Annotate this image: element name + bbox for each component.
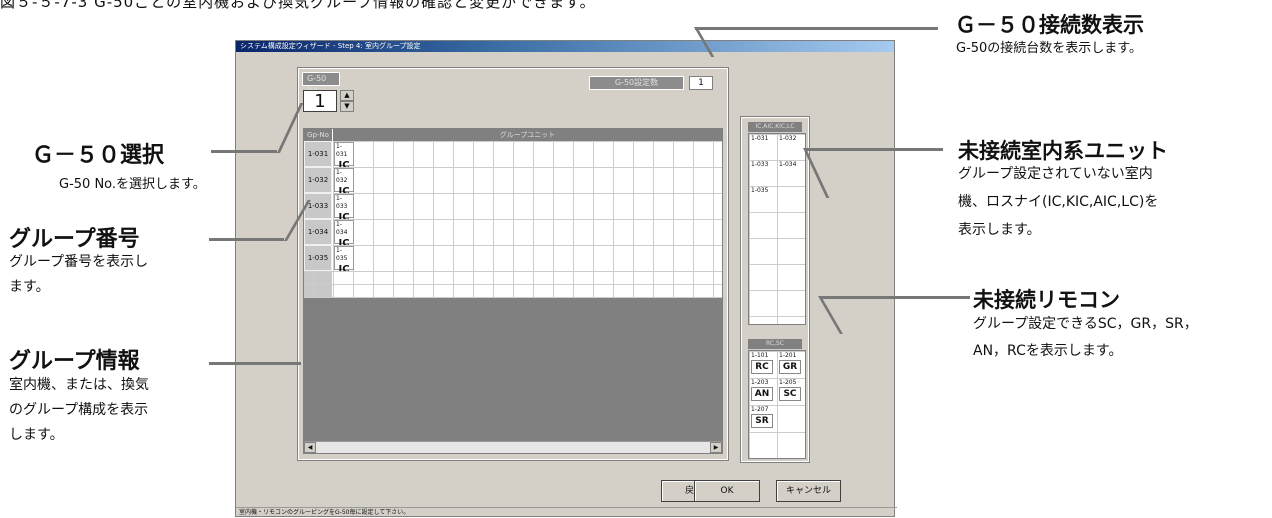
group-panel: G-50 No. G-50設定数 1 1 ▲ ▼ Gp-No グループユニット … [297,67,729,461]
rc-list-label: RC,SC [748,339,802,349]
spin-down-icon[interactable]: ▼ [340,101,354,112]
scroll-left-icon[interactable]: ◀ [304,442,316,453]
unconnected-rc-list[interactable]: 1-101 RC 1-201 GR 1-203 AN 1-205 SC 1-207 SR [748,350,806,459]
ic-item[interactable]: 1-033 [751,161,768,168]
leader-line [209,238,284,241]
group-info-title: グループ情報 [9,349,140,374]
group-no-desc-1: グループ番号を表示し [9,254,149,270]
g50-select-desc: G-50 No.を選択します。 [59,177,206,192]
rc-unit[interactable]: 1-207 SR [750,406,774,431]
wizard-window: システム構成設定ウィザード - Step 4: 室内グループ設定 G-50 No… [235,40,897,518]
group-no-desc-2: ます。 [9,279,50,295]
group-info-desc-2: のグループ構成を表示 [9,402,149,418]
group-no: 1-031 [304,141,332,167]
ic-item[interactable]: 1-034 [779,161,796,168]
leader-line [695,27,938,30]
g50-count-title: Ｇ－５０接続数表示 [955,13,1144,37]
ic-item[interactable]: 1-031 [751,135,768,142]
rc-address: 1-203 [751,379,769,386]
unconnected-ic-desc-1: グループ設定されていない室内 [958,166,1153,182]
unit-address: 1-032 [336,169,348,184]
window-title: システム構成設定ウィザード - Step 4: 室内グループ設定 [236,41,894,52]
ic-list-label: IC,AIC,KIC,LC [748,122,802,132]
rc-address: 1-101 [751,352,769,359]
rc-unit[interactable]: 1-101 RC [750,352,774,377]
rc-type: GR [779,360,801,374]
unit-address: 1-034 [336,221,348,236]
group-no: 1-035 [304,245,332,271]
status-bar: 室内機・リモコンのグルーピングをG-50毎に設定して下さい。 [236,507,897,518]
unconnected-ic-title: 未接続室内系ユニット [958,139,1168,163]
rc-type: AN [751,387,773,401]
g50-count-label: G-50設定数 [589,76,684,90]
group-unit[interactable]: 1-035 IC [334,246,354,275]
group-no: 1-034 [304,219,332,245]
unconnected-ic-desc-2: 機、ロスナイ(IC,KIC,AIC,LC)を [958,194,1159,210]
group-unit[interactable]: 1-034 IC [334,220,354,249]
spin-up-icon[interactable]: ▲ [340,90,354,101]
leader-line [805,148,943,151]
rc-type: SC [779,387,801,401]
rc-type: RC [751,360,773,374]
rc-address: 1-207 [751,406,769,413]
unit-address: 1-033 [336,195,348,210]
unconnected-ic-desc-3: 表示します。 [958,222,1041,238]
group-unit[interactable]: 1-033 IC [334,194,354,223]
group-unit[interactable]: 1-032 IC [334,168,354,197]
g50-count-value: 1 [689,76,713,90]
rc-unit[interactable]: 1-201 GR [778,352,802,377]
ic-item[interactable]: 1-035 [751,187,768,194]
rc-unit[interactable]: 1-203 AN [750,379,774,404]
group-no-title: グループ番号 [9,227,140,252]
rc-unit[interactable]: 1-205 SC [778,379,802,404]
group-info-desc-1: 室内機、または、換気 [9,377,149,393]
group-grid: Gp-No グループユニット 1-031 1-031 IC 1-032 1-032… [303,128,723,454]
rc-address: 1-201 [779,352,797,359]
horizontal-scrollbar[interactable]: ◀ ▶ [304,441,722,453]
g50-no-input[interactable]: 1 [303,90,337,112]
rc-type: SR [751,414,773,428]
unconnected-rc-desc-1: グループ設定できるSC，GR，SR， [973,316,1198,332]
rc-address: 1-205 [779,379,797,386]
grid-empty-area [304,298,722,441]
unit-address: 1-031 [336,143,348,158]
leader-line [209,362,301,365]
col-group-no: Gp-No [304,129,333,141]
group-no: 1-033 [304,193,332,219]
g50-no-spinner[interactable]: 1 ▲ ▼ [303,90,354,112]
ok-button[interactable]: OK [694,480,760,502]
unconnected-panel: IC,AIC,KIC,LC 1-031 1-032 1-033 1-034 1-… [740,116,810,463]
cancel-button[interactable]: キャンセル [776,480,841,502]
unconnected-rc-title: 未接続リモコン [973,288,1120,312]
g50-select-title: Ｇ－５０選択 [32,143,165,168]
group-no: 1-032 [304,167,332,193]
col-group-unit: グループユニット [333,129,722,141]
g50-no-label: G-50 No. [302,72,340,95]
ic-item[interactable]: 1-032 [779,135,796,142]
g50-count-desc: G-50の接続台数を表示します。 [956,41,1143,56]
unconnected-ic-list[interactable]: 1-031 1-032 1-033 1-034 1-035 [748,133,806,325]
top-caption: 図５-５-7-3 G-50ごとの室内機および換気グループ情報の確認と変更ができま… [0,0,596,11]
unconnected-rc-desc-2: AN，RCを表示します。 [973,343,1123,359]
leader-line [820,296,970,299]
scroll-right-icon[interactable]: ▶ [710,442,722,453]
group-unit[interactable]: 1-031 IC [334,142,354,171]
empty-grid-rows [304,271,722,298]
unit-address: 1-035 [336,247,348,262]
leader-line [211,150,277,153]
group-info-desc-3: します。 [9,427,64,443]
